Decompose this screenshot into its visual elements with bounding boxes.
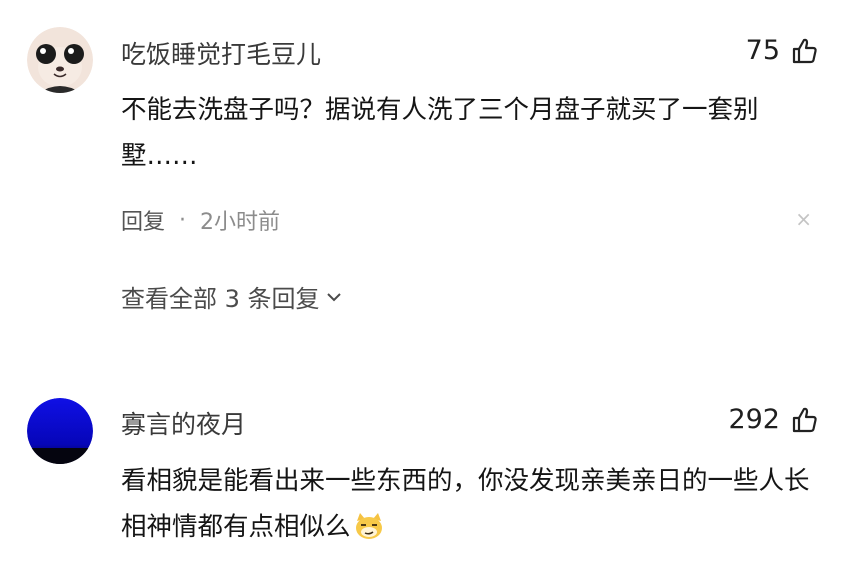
comment-item: 寡言的夜月 292 看相貌是能看出来一些东西的，你没发现亲美亲日的一些人长相神情… (0, 0, 868, 567)
comment-text-body: 看相貌是能看出来一些东西的，你没发现亲美亲日的一些人长相神情都有点相似么 (121, 466, 810, 542)
comment-text: 看相貌是能看出来一些东西的，你没发现亲美亲日的一些人长相神情都有点相似么 (121, 458, 811, 550)
user-avatar[interactable] (27, 398, 93, 464)
thumbs-up-icon (790, 406, 818, 434)
like-button[interactable]: 292 (728, 404, 818, 435)
blue-night-avatar-icon (27, 398, 93, 464)
smirk-cat-emoji-icon (353, 510, 385, 540)
like-count: 292 (728, 404, 780, 435)
username[interactable]: 寡言的夜月 (121, 405, 246, 441)
